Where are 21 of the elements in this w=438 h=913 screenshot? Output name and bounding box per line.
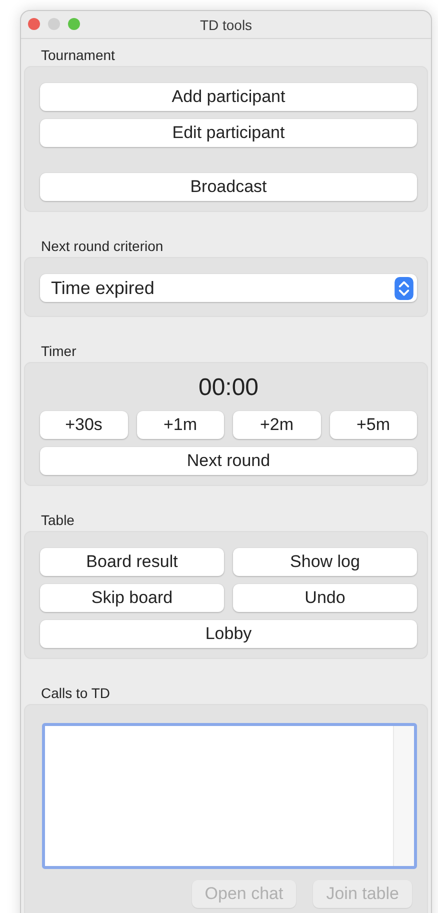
action-button[interactable]: +1m: [136, 411, 224, 439]
section-label: Tournament: [41, 47, 116, 64]
action-button[interactable]: +30s: [40, 411, 128, 439]
action-button[interactable]: Add participant: [40, 83, 417, 111]
section-label: Calls to TD: [41, 685, 111, 702]
action-button[interactable]: Broadcast: [40, 173, 417, 201]
action-button[interactable]: Edit participant: [40, 119, 417, 147]
timer-display: 00:00: [198, 373, 259, 403]
section-label: Timer: [41, 343, 78, 360]
action-button[interactable]: Skip board: [40, 584, 224, 612]
action-button[interactable]: Next round: [40, 447, 417, 475]
action-button[interactable]: +5m: [330, 411, 417, 439]
action-button[interactable]: Undo: [233, 584, 417, 612]
criterion-dropdown[interactable]: Time expired: [40, 274, 417, 302]
action-button[interactable]: Show log: [233, 548, 417, 576]
action-button[interactable]: Board result: [40, 548, 224, 576]
window-title: TD tools: [200, 16, 252, 32]
action-button[interactable]: Lobby: [40, 620, 417, 648]
section-label: Next round criterion: [41, 238, 164, 255]
action-button[interactable]: +2m: [233, 411, 320, 439]
section-label: Table: [41, 512, 76, 529]
